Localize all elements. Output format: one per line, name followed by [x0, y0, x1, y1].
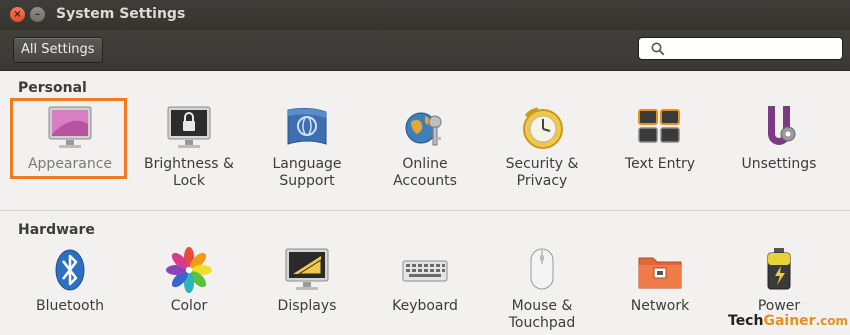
text-entry-icon: [638, 109, 680, 143]
minimize-window-button[interactable]: –: [30, 7, 45, 22]
settings-item-label: Unsettings: [741, 156, 817, 172]
watermark-part: Gainer: [763, 313, 816, 329]
search-input[interactable]: [638, 37, 843, 60]
settings-item-label: Security & Privacy: [505, 156, 579, 189]
keyboard-icon: [402, 260, 448, 282]
security-icon: [523, 107, 563, 149]
appearance-icon: [48, 106, 92, 148]
watermark-part: Tech: [728, 313, 764, 329]
settings-item-label: Displays: [277, 298, 337, 314]
toolbar: All Settings: [0, 30, 850, 71]
watermark-part: .com: [815, 314, 848, 328]
settings-item-label: Keyboard: [392, 298, 458, 314]
settings-item-label: Appearance: [27, 156, 113, 172]
bluetooth-icon: [55, 249, 85, 291]
section-title-hardware: Hardware: [18, 222, 95, 238]
unsettings-icon: [768, 106, 796, 145]
settings-item-label: Color: [170, 298, 208, 314]
color-icon: [166, 247, 212, 293]
lock-icon: [167, 106, 211, 148]
settings-item-label: Language Support: [272, 156, 342, 189]
mouse-icon: [530, 248, 554, 290]
section-title-personal: Personal: [18, 80, 87, 96]
online-accounts-icon: [405, 112, 442, 146]
window-title: System Settings: [56, 6, 186, 22]
power-icon: [767, 248, 791, 290]
watermark: TechGainer.com: [728, 313, 848, 329]
section-separator: [0, 210, 850, 211]
flag-icon: [287, 107, 327, 145]
settings-item-label: Mouse & Touchpad: [508, 298, 576, 331]
settings-item-label: Text Entry: [624, 156, 695, 172]
settings-item-label: Online Accounts: [393, 156, 457, 189]
settings-item-label: Network: [630, 298, 690, 314]
network-icon: [638, 257, 682, 289]
settings-item-label: Brightness & Lock: [144, 156, 234, 189]
all-settings-button[interactable]: All Settings: [13, 37, 103, 63]
settings-item-label: Bluetooth: [36, 298, 104, 314]
title-bar: × – System Settings: [0, 0, 850, 30]
close-window-button[interactable]: ×: [10, 7, 25, 22]
search-icon: [651, 42, 665, 56]
display-icon: [285, 248, 329, 290]
